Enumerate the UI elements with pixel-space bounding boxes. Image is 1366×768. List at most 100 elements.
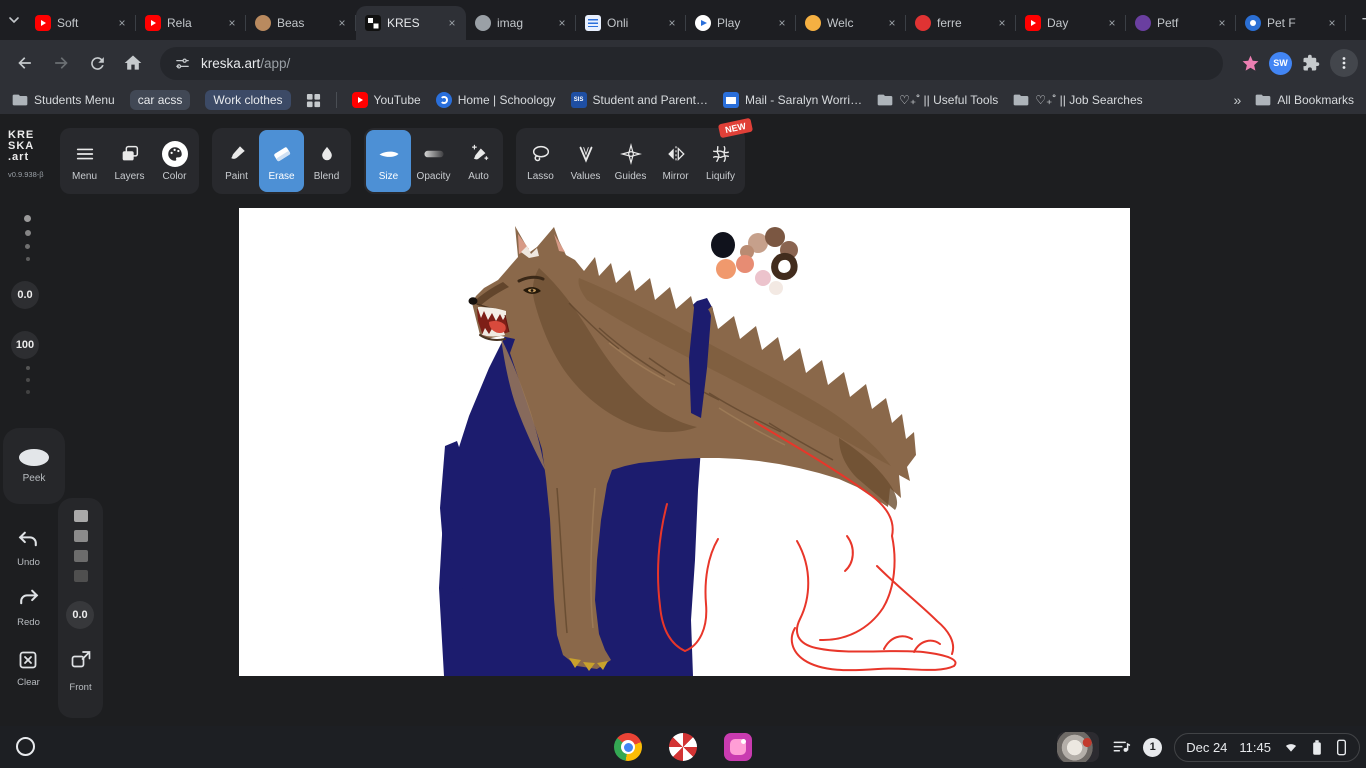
bookmarks-overflow-button[interactable]: » [1234,92,1242,108]
layers-icon [119,140,141,168]
tab-title: KRES [387,16,420,30]
drawing-canvas[interactable] [239,208,1130,676]
auto-brush-icon [468,140,490,168]
value-swatch-1[interactable] [74,510,88,522]
forward-button[interactable] [44,46,78,80]
tab-ferre[interactable]: ferre × [906,6,1016,40]
tab-onli[interactable]: Onli × [576,6,686,40]
tab-close-icon[interactable]: × [884,15,900,31]
reload-button[interactable] [80,46,114,80]
media-controls-icon[interactable] [1111,737,1131,757]
brush-size-dot-medium[interactable] [24,230,31,236]
tab-rela[interactable]: Rela × [136,6,246,40]
liquify-button[interactable]: NEW Liquify [698,117,754,192]
clear-button[interactable] [16,648,41,673]
bookmark-youtube[interactable]: YouTube [351,92,421,108]
notification-badge[interactable]: 1 [1143,737,1163,757]
tab-soft[interactable]: Soft × [26,6,136,40]
chrome-icon[interactable] [614,733,642,761]
bookmark-mail[interactable]: Mail - Saralyn Worri… [722,92,863,108]
tab-close-icon[interactable]: × [1104,15,1120,31]
home-button[interactable] [116,46,150,80]
folder-icon [1013,94,1029,106]
tab-beas[interactable]: Beas × [246,6,356,40]
brush-size-dot-small[interactable] [25,244,30,249]
tab-welc[interactable]: Welc × [796,6,906,40]
tab-close-icon[interactable]: × [664,15,680,31]
preset-dot[interactable] [25,366,30,370]
value-swatch-3[interactable] [74,550,88,562]
auto-button[interactable]: Auto [456,130,501,192]
bookmark-star-button[interactable] [1233,46,1267,80]
bookmark-useful-tools[interactable]: ♡₊˚ || Useful Tools [877,93,998,107]
tab-title: Play [717,16,741,30]
tab-close-icon[interactable]: × [114,15,130,31]
front-button[interactable] [69,648,93,672]
url-text: kreska.art/app/ [201,56,290,71]
tab-close-icon[interactable]: × [334,15,350,31]
brush-opacity-value[interactable]: 100 [11,331,39,359]
tab-close-icon[interactable]: × [444,15,460,31]
front-icon [71,651,91,668]
browser-menu-button[interactable] [1330,49,1358,77]
tab-close-icon[interactable]: × [554,15,570,31]
new-tab-button[interactable]: + [1354,7,1366,33]
tab-close-icon[interactable]: × [774,15,790,31]
erase-button[interactable]: Erase [259,130,304,192]
value-swatch-4[interactable] [74,570,88,582]
mirror-button[interactable]: Mirror [653,130,698,192]
tab-play[interactable]: Play × [686,6,796,40]
apps-grid-button[interactable] [306,93,321,108]
clock-area[interactable]: Dec 24 11:45 [1174,732,1360,762]
brush-size-dot-large[interactable] [24,215,31,222]
red-pinwheel-app-icon[interactable] [669,733,697,761]
guides-button[interactable]: Guides [608,130,653,192]
brush-size-value[interactable]: 0.0 [11,281,39,309]
status-tray[interactable]: 1 Dec 24 11:45 [1057,726,1360,768]
value-swatch-2[interactable] [74,530,88,542]
tab-pet-f[interactable]: Pet F × [1236,6,1346,40]
tab-close-icon[interactable]: × [1214,15,1230,31]
bookmark-work-clothes[interactable]: Work clothes [205,90,291,110]
bookmark-students-menu[interactable]: Students Menu [12,93,115,107]
panel-value[interactable]: 0.0 [66,601,94,629]
blend-button[interactable]: Blend [304,130,349,192]
back-button[interactable] [8,46,42,80]
color-button[interactable]: Color [152,130,197,192]
tab-kreska[interactable]: KRES × [356,6,466,40]
bookmark-label: Mail - Saralyn Worri… [744,93,863,107]
tab-close-icon[interactable]: × [994,15,1010,31]
bookmark-sis[interactable]: SIS Student and Parent… [570,92,708,108]
lasso-button[interactable]: Lasso [518,130,563,192]
pink-app-icon[interactable] [724,733,752,761]
tab-petf[interactable]: Petf × [1126,6,1236,40]
menu-button[interactable]: Menu [62,130,107,192]
tab-search-button[interactable] [8,6,20,34]
bookmark-schoology[interactable]: Home | Schoology [435,92,556,108]
paint-button[interactable]: Paint [214,130,259,192]
peek-button[interactable]: Peek [3,428,65,504]
profile-avatar[interactable]: SW [1269,51,1292,75]
tab-imag[interactable]: imag × [466,6,576,40]
red-dot-favicon [915,15,931,31]
redo-button[interactable] [16,586,41,611]
launcher-button[interactable] [16,737,35,756]
brush-size-dot-tiny[interactable] [25,257,30,261]
address-bar[interactable]: kreska.art/app/ [160,46,1223,80]
layers-button[interactable]: Layers [107,130,152,192]
undo-button[interactable] [16,528,41,553]
opacity-button[interactable]: Opacity [411,130,456,192]
tab-close-icon[interactable]: × [1324,15,1340,31]
preset-dot[interactable] [25,378,30,382]
bookmark-car-acss[interactable]: car acss [129,90,191,110]
values-button[interactable]: Values [563,130,608,192]
tab-title: Welc [827,16,854,30]
bookmark-job-searches[interactable]: ♡₊˚ || Job Searches [1013,93,1143,107]
size-button[interactable]: Size [366,130,411,192]
preset-dot[interactable] [25,390,30,394]
tab-close-icon[interactable]: × [224,15,240,31]
tab-day[interactable]: Day × [1016,6,1126,40]
extensions-button[interactable] [1294,46,1328,80]
all-bookmarks-button[interactable]: All Bookmarks [1255,93,1354,107]
lasso-icon [530,140,552,168]
